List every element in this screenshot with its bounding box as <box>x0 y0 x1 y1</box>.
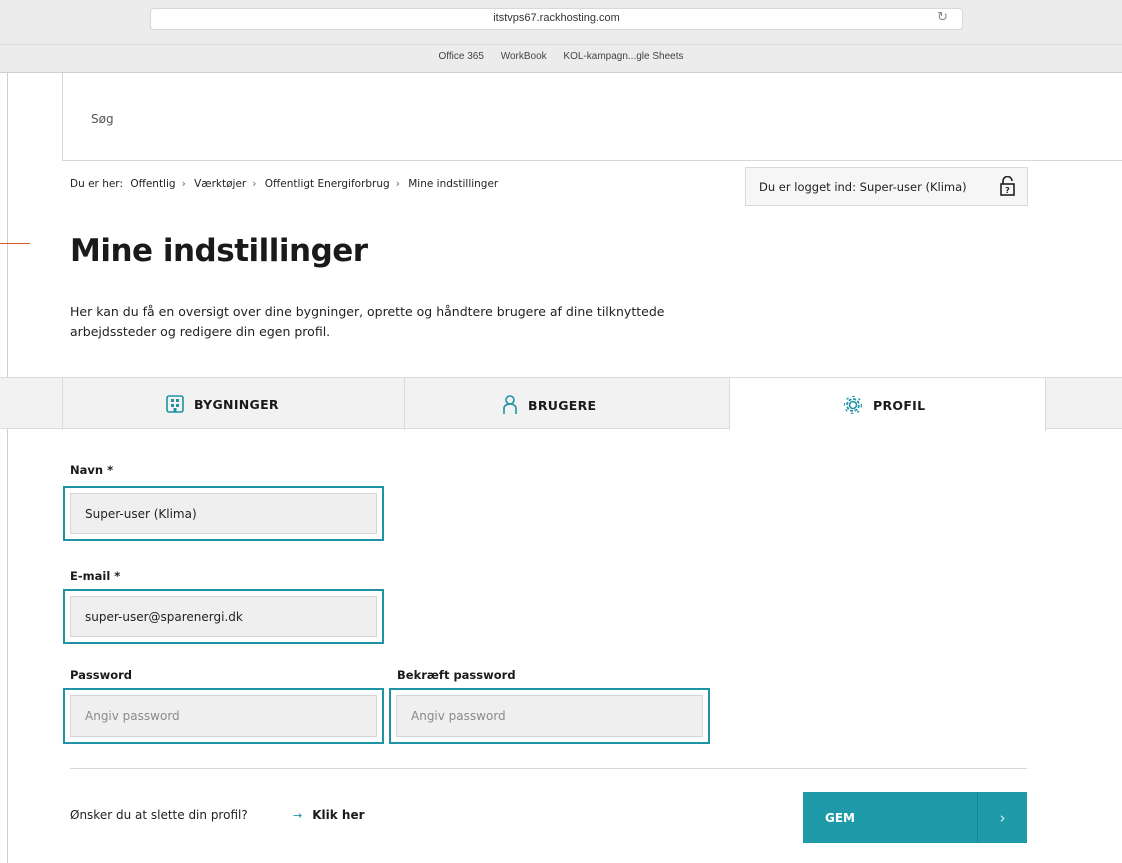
bookmark-item[interactable]: WorkBook <box>501 51 547 62</box>
confirm-password-field-frame <box>389 688 710 744</box>
delete-profile-link[interactable]: → Klik her <box>293 808 365 822</box>
bookmarks-bar: Office 365 WorkBook KOL-kampagn...gle Sh… <box>0 44 1122 68</box>
password-label: Password <box>70 668 132 682</box>
breadcrumb-separator-icon: › <box>395 178 400 190</box>
confirm-password-field[interactable] <box>396 695 703 737</box>
building-icon <box>166 395 184 413</box>
breadcrumb-item[interactable]: Værktøjer <box>194 178 246 190</box>
tab-bar: BYGNINGER BRUGERE PROFIL <box>0 377 1122 431</box>
breadcrumb-item[interactable]: Offentlig <box>130 178 175 190</box>
name-field-frame <box>63 486 384 541</box>
tab-users[interactable]: BRUGERE <box>405 378 730 430</box>
tab-label: PROFIL <box>873 397 926 413</box>
page-intro: Her kan du få en oversigt over dine bygn… <box>70 304 665 339</box>
password-field[interactable] <box>70 695 377 737</box>
confirm-password-label: Bekræft password <box>397 668 516 682</box>
address-bar[interactable]: itstvps67.rackhosting.com ↻ <box>150 8 963 30</box>
password-field-frame <box>63 688 384 744</box>
left-divider <box>7 73 8 863</box>
address-url: itstvps67.rackhosting.com <box>493 12 620 24</box>
lock-icon[interactable]: ? <box>1000 176 1015 196</box>
tab-label: BYGNINGER <box>194 396 279 412</box>
search-area[interactable]: Søg <box>62 73 1122 161</box>
reload-icon[interactable]: ↻ <box>937 10 948 25</box>
browser-chrome: itstvps67.rackhosting.com ↻ Office 365 W… <box>0 0 1122 73</box>
login-status-text: Du er logget ind: Super-user (Klima) <box>759 180 967 194</box>
chevron-right-icon: › <box>977 792 1027 843</box>
accent-marker <box>0 243 30 244</box>
breadcrumb-prefix: Du er her: <box>70 178 123 190</box>
gear-icon <box>843 395 863 415</box>
search-label[interactable]: Søg <box>91 112 114 126</box>
bookmark-item[interactable]: Office 365 <box>439 51 484 62</box>
user-icon <box>503 395 517 414</box>
breadcrumb-item[interactable]: Offentligt Energiforbrug <box>265 178 390 190</box>
breadcrumb-separator-icon: › <box>252 178 257 190</box>
save-button-label: GEM <box>825 810 855 825</box>
delete-link-label: Klik her <box>312 808 365 822</box>
svg-text:?: ? <box>1005 186 1010 195</box>
bookmark-item[interactable]: KOL-kampagn...gle Sheets <box>563 51 683 62</box>
email-field-frame <box>63 589 384 644</box>
breadcrumb: Du er her: Offentlig › Værktøjer › Offentl… <box>70 178 502 190</box>
email-field[interactable] <box>70 596 377 637</box>
delete-profile-question: Ønsker du at slette din profil? <box>70 808 248 822</box>
page-title: Mine indstillinger <box>70 233 368 269</box>
name-label: Navn * <box>70 463 114 477</box>
tab-buildings[interactable]: BYGNINGER <box>62 378 405 430</box>
arrow-right-icon: → <box>293 808 303 822</box>
email-label: E-mail * <box>70 569 121 583</box>
breadcrumb-separator-icon: › <box>181 178 186 190</box>
tab-profile[interactable]: PROFIL <box>730 378 1046 431</box>
form-divider <box>70 768 1027 769</box>
login-status[interactable]: Du er logget ind: Super-user (Klima) ? <box>745 167 1028 206</box>
save-button[interactable]: GEM › <box>803 792 1027 843</box>
name-field[interactable] <box>70 493 377 534</box>
breadcrumb-current: Mine indstillinger <box>408 178 499 190</box>
tab-label: BRUGERE <box>528 397 597 413</box>
